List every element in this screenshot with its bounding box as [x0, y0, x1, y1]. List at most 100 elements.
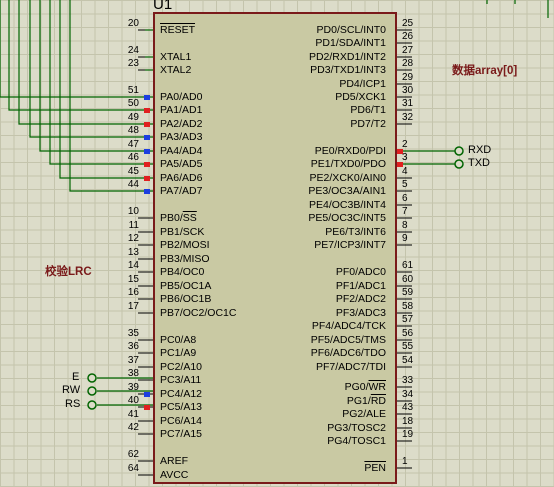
pin-label-pg4-tosc1: PG4/TOSC1	[327, 435, 386, 447]
pin-label-pd7-t2: PD7/T2	[350, 118, 386, 130]
pin-number: 12	[127, 233, 139, 244]
pin-number: 54	[402, 355, 414, 366]
pin-label-pd5-xck1: PD5/XCK1	[335, 91, 386, 103]
pin-number: 32	[402, 112, 414, 123]
terminal-rs-node[interactable]	[87, 400, 97, 410]
pin-label-pg3-tosc2: PG3/TOSC2	[327, 422, 386, 434]
pin-number: 38	[127, 368, 139, 379]
pin-number: 57	[402, 314, 414, 325]
terminal-rs-label: RS	[65, 398, 81, 410]
pin-number: 34	[402, 389, 414, 400]
pin-label-pe3-oc3a-ain1: PE3/OC3A/AIN1	[308, 185, 386, 197]
pin-number: 49	[127, 112, 139, 123]
pin-state-indicator	[144, 108, 150, 113]
pin-label-xtal1: XTAL1	[160, 51, 192, 63]
pin-label-pa5-ad5: PA5/AD5	[160, 158, 203, 170]
pin-number: 15	[127, 274, 139, 285]
wire-pa7[interactable]	[69, 0, 153, 192]
pin-number: 35	[127, 328, 139, 339]
terminal-rw-label: RW	[62, 384, 81, 396]
pin-number: 10	[127, 206, 139, 217]
terminal-rxd-label: RXD	[468, 144, 492, 156]
pin-label-pc0-a8: PC0/A8	[160, 334, 197, 346]
pin-label-pc7-a15: PC7/A15	[160, 428, 203, 440]
pin-label-pd6-t1: PD6/T1	[350, 104, 386, 116]
pin-number: 36	[127, 341, 139, 352]
pin-number: 58	[402, 301, 414, 312]
pin-label-pb1-sck: PB1/SCK	[160, 226, 205, 238]
pin-number: 47	[127, 139, 139, 150]
pin-number: 60	[402, 274, 414, 285]
pin-label-pg2-ale: PG2/ALE	[342, 408, 386, 420]
pin-label-pc2-a10: PC2/A10	[160, 361, 203, 373]
pin-number: 6	[402, 193, 408, 204]
pin-label-pb6-oc1b: PB6/OC1B	[160, 293, 212, 305]
terminal-txd-node[interactable]	[454, 159, 464, 169]
pin-number: 45	[127, 166, 139, 177]
pin-number: 43	[402, 402, 414, 413]
pin-label-reset: RESET	[160, 24, 196, 36]
pin-label-pa6-ad6: PA6/AD6	[160, 172, 203, 184]
pin-label-aref: AREF	[160, 455, 189, 467]
pin-number: 39	[127, 382, 139, 393]
pin-label-pa0-ad0: PA0/AD0	[160, 91, 203, 103]
pin-label-pe6-t3-int6: PE6/T3/INT6	[325, 226, 386, 238]
pin-number: 8	[402, 220, 408, 231]
pin-number: 11	[128, 220, 139, 231]
pin-label-pc4-a12: PC4/A12	[160, 388, 203, 400]
pin-number: 19	[402, 429, 414, 440]
pin-label-pa7-ad7: PA7/AD7	[160, 185, 203, 197]
pin-number: 28	[402, 58, 414, 69]
pin-number: 26	[402, 31, 414, 42]
pin-label-pg0-wr: PG0/WR	[344, 381, 386, 393]
pin-label-avcc: AVCC	[160, 469, 189, 481]
pin-label-pd1-sda-int1: PD1/SDA/INT1	[315, 37, 386, 49]
pin-state-indicator	[144, 392, 150, 397]
pin-number: 44	[127, 179, 139, 190]
pin-number: 23	[127, 58, 139, 69]
pin-number: 41	[127, 409, 139, 420]
pin-number: 5	[402, 179, 408, 190]
pin-state-indicator	[144, 135, 150, 140]
terminal-e-node[interactable]	[87, 373, 97, 383]
pin-label-xtal2: XTAL2	[160, 64, 192, 76]
pin-label-pe0-rxd0-pdi: PE0/RXD0/PDI	[314, 145, 386, 157]
pin-number: 4	[402, 166, 408, 177]
pin-number: 37	[127, 355, 139, 366]
pin-label-pf2-adc2: PF2/ADC2	[335, 293, 386, 305]
pin-number: 42	[127, 422, 139, 433]
pin-label-pe7-icp3-int7: PE7/ICP3/INT7	[314, 239, 386, 251]
pin-number: 25	[402, 18, 414, 29]
pin-number: 18	[402, 416, 414, 427]
pin-label-pf5-adc5-tms: PF5/ADC5/TMS	[310, 334, 386, 346]
pin-label-pen: PEN	[364, 462, 386, 474]
pin-number: 17	[127, 301, 139, 312]
pin-number: 59	[402, 287, 414, 298]
pin-label-pd4-icp1: PD4/ICP1	[339, 78, 386, 90]
terminal-e-label: E	[72, 371, 80, 383]
pin-number: 27	[402, 45, 414, 56]
pin-number: 50	[127, 98, 139, 109]
pin-number: 14	[127, 260, 139, 271]
pin-label-pa1-ad1: PA1/AD1	[160, 104, 203, 116]
pin-number: 51	[127, 85, 139, 96]
terminal-rw-node[interactable]	[87, 386, 97, 396]
pin-state-indicator	[144, 149, 150, 154]
pin-number: 56	[402, 328, 414, 339]
pin-label-pb0-ss: PB0/SS	[160, 212, 197, 224]
pin-label-pe1-txd0-pdo: PE1/TXD0/PDO	[310, 158, 386, 170]
pin-label-pb5-oc1a: PB5/OC1A	[160, 280, 212, 292]
terminal-txd-label: TXD	[468, 157, 490, 169]
pin-number: 40	[127, 395, 139, 406]
pin-label-pd2-rxd1-int2: PD2/RXD1/INT2	[308, 51, 386, 63]
pin-label-pc3-a11: PC3/A11	[160, 374, 202, 386]
pin-number: 46	[127, 152, 139, 163]
pin-state-indicator	[144, 176, 150, 181]
pin-label-pc5-a13: PC5/A13	[160, 401, 203, 413]
pin-number: 24	[127, 45, 139, 56]
pin-label-pa3-ad3: PA3/AD3	[160, 131, 203, 143]
pin-label-pf4-adc4-tck: PF4/ADC4/TCK	[311, 320, 386, 332]
terminal-rxd-node[interactable]	[454, 146, 464, 156]
pin-label-pf6-adc6-tdo: PF6/ADC6/TDO	[310, 347, 386, 359]
pin-number: 30	[402, 85, 414, 96]
